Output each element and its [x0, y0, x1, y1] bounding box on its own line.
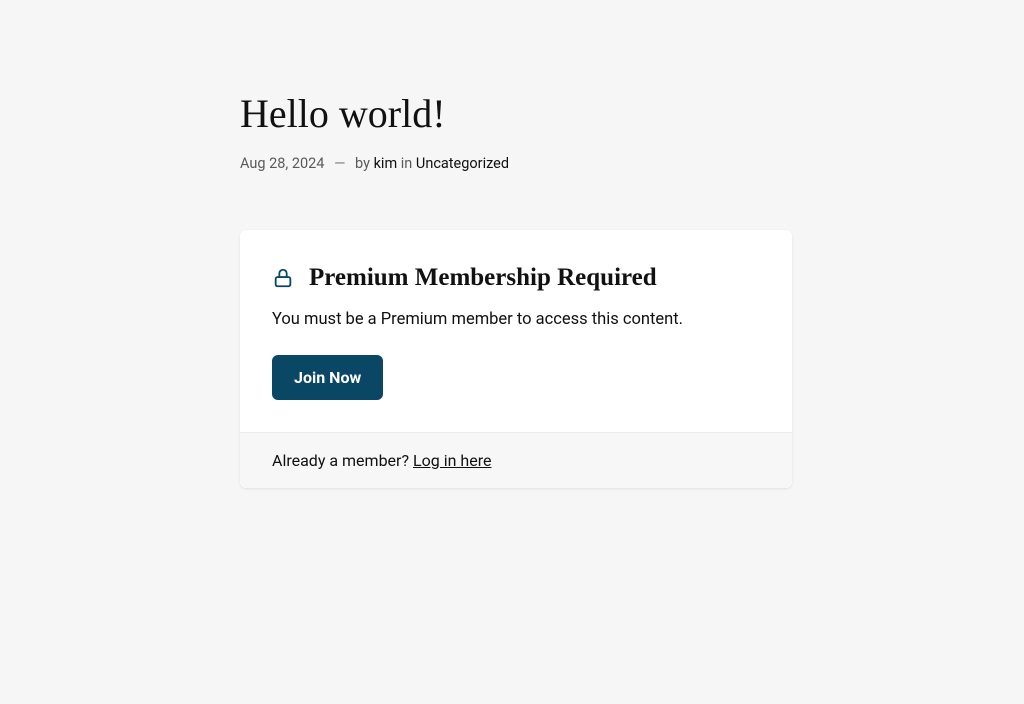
post-author[interactable]: kim	[374, 155, 398, 172]
meta-separator: —	[334, 155, 345, 172]
already-member-text: Already a member?	[272, 451, 413, 470]
card-footer: Already a member? Log in here	[240, 432, 792, 488]
login-link[interactable]: Log in here	[413, 451, 491, 470]
card-body: Premium Membership Required You must be …	[240, 230, 792, 432]
card-header: Premium Membership Required	[272, 264, 760, 292]
lock-icon	[272, 267, 294, 289]
membership-title: Premium Membership Required	[309, 264, 657, 292]
membership-card: Premium Membership Required You must be …	[240, 230, 792, 488]
post-category[interactable]: Uncategorized	[416, 155, 509, 172]
by-label: by	[355, 155, 370, 172]
post-date: Aug 28, 2024	[240, 155, 324, 172]
join-now-button[interactable]: Join Now	[272, 355, 383, 400]
membership-description: You must be a Premium member to access t…	[272, 310, 760, 329]
in-label: in	[401, 155, 413, 172]
post-meta: Aug 28, 2024 — by kim in Uncategorized	[240, 155, 792, 172]
post-title: Hello world!	[240, 90, 792, 137]
